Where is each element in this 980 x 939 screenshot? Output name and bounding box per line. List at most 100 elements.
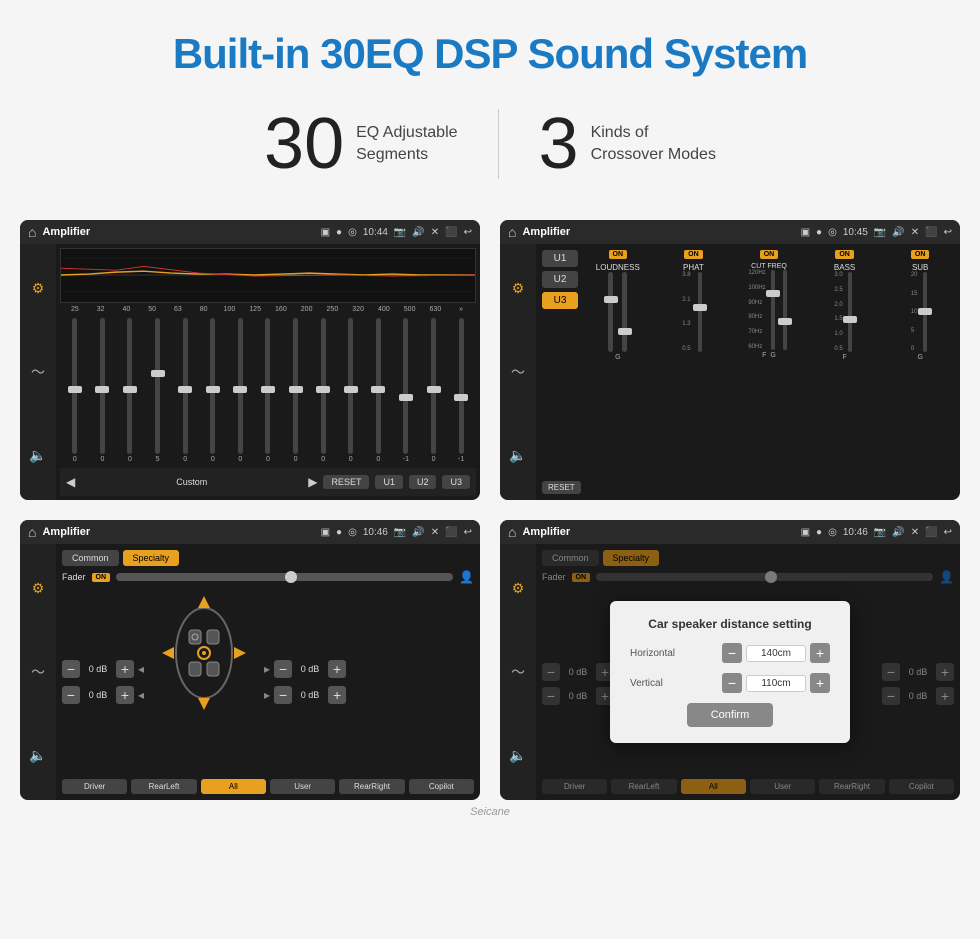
spk-spk-icon[interactable]: 🔈 [29,747,46,764]
db-plus-right-1[interactable]: + [328,660,346,678]
back-icon-1[interactable]: ↩ [464,227,472,238]
expand-icon[interactable]: » [448,306,474,313]
cutfreq-on-badge[interactable]: ON [760,250,779,259]
btn-rearright[interactable]: RearRight [339,779,404,794]
back-icon-4[interactable]: ↩ [944,527,952,538]
eq-slider-9[interactable]: 0 [310,318,336,463]
loudness-on-badge[interactable]: ON [609,250,628,259]
bass-on-badge[interactable]: ON [835,250,854,259]
close-icon-1[interactable]: ✕ [431,227,439,238]
eq-slider-4[interactable]: 0 [172,318,198,463]
eq-slider-5[interactable]: 0 [200,318,226,463]
btn-driver[interactable]: Driver [62,779,127,794]
wave-icon[interactable]: 〜 [31,362,45,382]
sub-on-badge[interactable]: ON [911,250,930,259]
vertical-minus-btn[interactable]: − [722,673,742,693]
eq-icon[interactable]: ⚙ [32,280,45,297]
vertical-plus-btn[interactable]: + [810,673,830,693]
vertical-label: Vertical [630,678,690,689]
eq-body: ⚙ 〜 🔈 [20,244,480,500]
home-icon-2[interactable]: ⌂ [508,224,516,240]
btn-user[interactable]: User [270,779,335,794]
speaker-icon[interactable]: 🔈 [29,447,46,464]
u1-btn-1[interactable]: U1 [375,475,403,489]
phat-on-badge[interactable]: ON [684,250,703,259]
eq-sliders-row: 0 0 0 5 0 [60,316,476,465]
db-minus-right-2[interactable]: − [274,686,292,704]
home-icon-4[interactable]: ⌂ [508,524,516,540]
fader-label-3: Fader [62,572,86,582]
back-icon-3[interactable]: ↩ [464,527,472,538]
xover-u2-btn[interactable]: U2 [542,271,578,288]
freq-label-6: 100 [217,306,243,313]
window-icon-3[interactable]: ⬛ [445,527,457,538]
horizontal-minus-btn[interactable]: − [722,643,742,663]
horizontal-plus-btn[interactable]: + [810,643,830,663]
screen-crossover: ⌂ Amplifier ▣ ● ◎ 10:45 📷 🔊 ✕ ⬛ ↩ ⚙ 〜 🔈 … [500,220,960,500]
eq-sidebar: ⚙ 〜 🔈 [20,244,56,500]
eq-slider-13[interactable]: 0 [421,318,447,463]
xover-eq-icon[interactable]: ⚙ [512,280,525,297]
tab-common-3[interactable]: Common [62,550,119,566]
eq-prev-btn[interactable]: ◀ [66,475,75,489]
vertical-input[interactable] [746,675,806,692]
close-icon-3[interactable]: ✕ [431,527,439,538]
confirm-button[interactable]: Confirm [687,703,774,727]
eq-slider-3[interactable]: 5 [145,318,171,463]
xover-spk-icon[interactable]: 🔈 [509,447,526,464]
sub-sliders: 20151050 [911,272,930,352]
horizontal-input[interactable] [746,645,806,662]
eq-next-btn[interactable]: ▶ [308,475,317,489]
u2-btn-1[interactable]: U2 [409,475,437,489]
xover-body: ⚙ 〜 🔈 U1 U2 U3 ON [500,244,960,500]
u3-btn-1[interactable]: U3 [442,475,470,489]
btn-all[interactable]: All [201,779,266,794]
eq-labels-row: 25 32 40 50 63 80 100 125 160 200 250 32… [60,306,476,313]
eq-slider-7[interactable]: 0 [255,318,281,463]
db-plus-left-1[interactable]: + [116,660,134,678]
db-plus-left-2[interactable]: + [116,686,134,704]
eq-slider-11[interactable]: 0 [366,318,392,463]
reset-btn-1[interactable]: RESET [323,475,369,489]
freq-label-8: 160 [268,306,294,313]
freq-label-11: 320 [345,306,371,313]
fader-on-badge[interactable]: ON [92,573,111,582]
xover-sidebar: ⚙ 〜 🔈 [500,244,536,500]
db-minus-right-1[interactable]: − [274,660,292,678]
xover-u3-btn[interactable]: U3 [542,292,578,309]
db-minus-left-1[interactable]: − [62,660,80,678]
time-3: 10:46 [363,527,388,538]
eq-slider-10[interactable]: 0 [338,318,364,463]
window-icon-1[interactable]: ⬛ [445,227,457,238]
camera-icon-2: 📷 [874,227,886,238]
btn-rearleft[interactable]: RearLeft [131,779,196,794]
spk-eq-icon[interactable]: ⚙ [32,580,45,597]
eq-slider-0[interactable]: 0 [62,318,88,463]
spk-wave-icon[interactable]: 〜 [31,662,45,682]
freq-label-2: 40 [114,306,140,313]
xover-top: U1 U2 U3 ON LOUDNESS [542,250,954,361]
window-icon-2[interactable]: ⬛ [925,227,937,238]
close-icon-2[interactable]: ✕ [911,227,919,238]
eq-slider-12[interactable]: -1 [393,318,419,463]
reset-btn-2[interactable]: RESET [542,481,581,494]
eq-slider-6[interactable]: 0 [228,318,254,463]
home-icon-1[interactable]: ⌂ [28,224,36,240]
xover-u1-btn[interactable]: U1 [542,250,578,267]
db-plus-right-2[interactable]: + [328,686,346,704]
db-minus-left-2[interactable]: − [62,686,80,704]
status-bar-2: ⌂ Amplifier ▣ ● ◎ 10:45 📷 🔊 ✕ ⬛ ↩ [500,220,960,244]
eq-slider-2[interactable]: 0 [117,318,143,463]
tab-specialty-3[interactable]: Specialty [123,550,180,566]
xover-wave-icon[interactable]: 〜 [511,362,525,382]
volume-icon-1: 🔊 [412,227,424,238]
eq-slider-8[interactable]: 0 [283,318,309,463]
close-icon-4[interactable]: ✕ [911,527,919,538]
back-icon-2[interactable]: ↩ [944,227,952,238]
window-icon-4[interactable]: ⬛ [925,527,937,538]
home-icon-3[interactable]: ⌂ [28,524,36,540]
eq-slider-14[interactable]: -1 [448,318,474,463]
fader-slider-3[interactable] [116,573,453,581]
eq-slider-1[interactable]: 0 [90,318,116,463]
btn-copilot[interactable]: Copilot [409,779,474,794]
